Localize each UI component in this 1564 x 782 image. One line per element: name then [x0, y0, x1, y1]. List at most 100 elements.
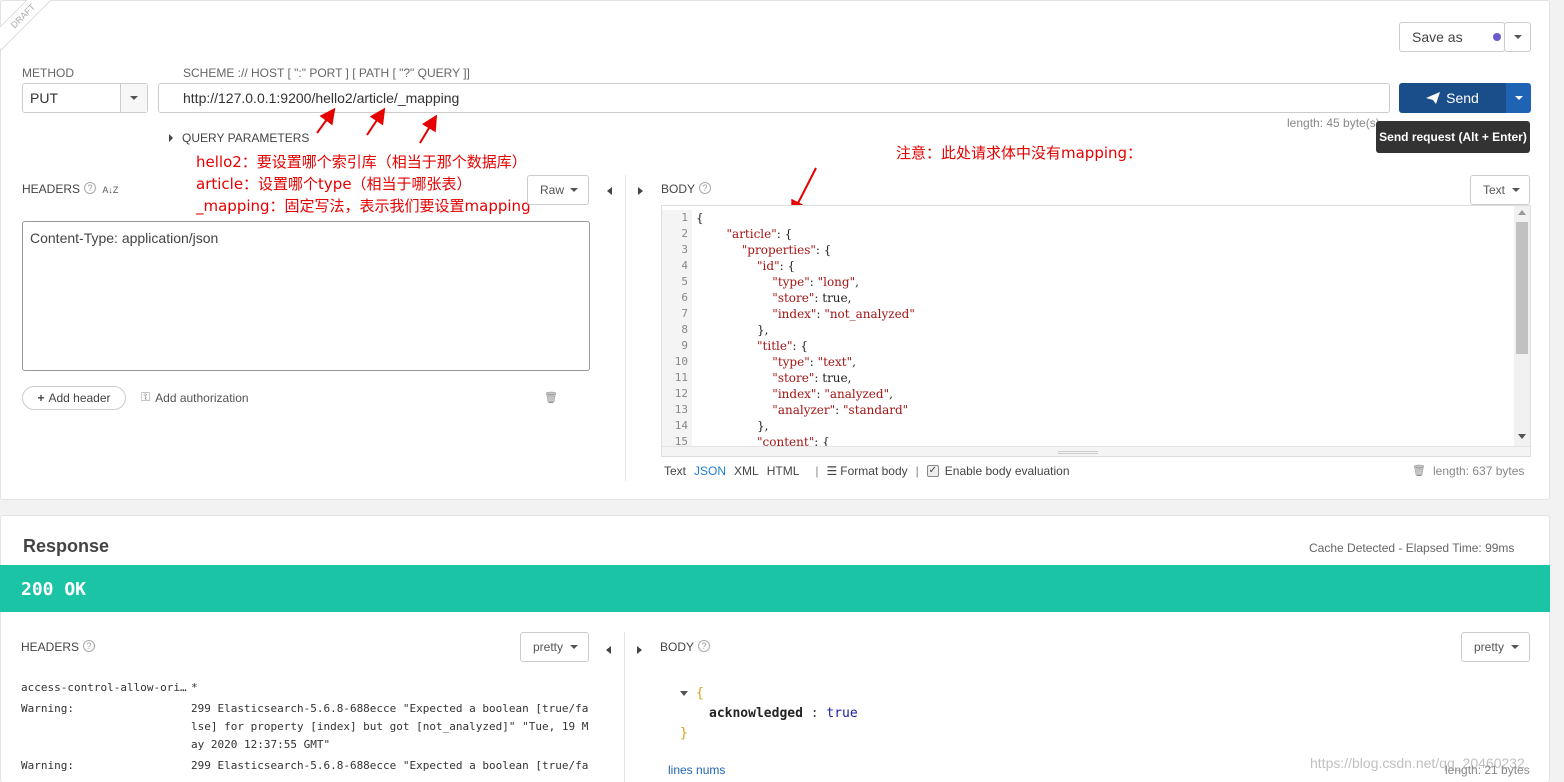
add-authorization-label: Add authorization — [155, 390, 249, 405]
response-headers-mode-label: pretty — [533, 640, 564, 654]
response-body-mode-label: pretty — [1474, 640, 1505, 654]
line-number: 2 — [681, 227, 688, 240]
header-name: Warning: — [21, 702, 74, 715]
request-headers-label: HEADERS? A↓Z — [22, 182, 118, 196]
line-number: 10 — [674, 355, 688, 368]
add-authorization-link[interactable]: ⚿ Add authorization — [141, 390, 249, 405]
format-tab-xml[interactable]: XML — [734, 464, 759, 478]
json-key: acknowledged — [709, 706, 803, 721]
format-tab-text[interactable]: Text — [664, 464, 686, 478]
headers-mode-dropdown[interactable]: Raw — [527, 175, 589, 205]
line-number: 5 — [681, 275, 688, 288]
help-icon: ? — [698, 640, 711, 652]
collapse-left-icon[interactable] — [607, 184, 612, 198]
format-body-icon: ☰ — [826, 464, 838, 478]
editor-scrollbar[interactable] — [1514, 206, 1530, 446]
key-icon: ⚿ — [141, 390, 151, 404]
response-header-row: Warning: 299 Elasticsearch-5.6.8-688ecce … — [21, 700, 601, 754]
line-number: 4 — [681, 259, 688, 272]
response-headers-mode-dropdown[interactable]: pretty — [520, 632, 589, 662]
enable-eval-label: Enable body evaluation — [944, 464, 1070, 478]
response-headers-title: HEADERS — [21, 640, 80, 654]
collapse-right-icon[interactable] — [638, 184, 643, 198]
format-tab-html[interactable]: HTML — [767, 464, 800, 478]
chevron-down-icon — [1511, 645, 1520, 649]
line-number: 3 — [681, 243, 688, 256]
line-number: 14 — [674, 419, 688, 432]
collapse-node-icon[interactable] — [680, 691, 688, 696]
code-line: }, — [696, 323, 769, 337]
help-icon: ? — [83, 640, 96, 652]
body-format-bar: Text JSON XML HTML | ☰ Format body | ✓ Enab… — [664, 464, 1070, 478]
header-value-cont: lse] for property [index] but got [not_a… — [191, 720, 589, 733]
response-json-viewer: { acknowledged : true } — [680, 686, 858, 741]
body-editor[interactable]: 1 2 3 4 5 6 7 8 9 10 11 12 13 14 15 { "article": { "pr… — [661, 205, 1531, 457]
scroll-thumb[interactable] — [1516, 222, 1528, 354]
response-collapse-right-icon[interactable] — [637, 643, 642, 657]
json-value: true — [826, 706, 858, 721]
editor-gutter: 1 2 3 4 5 6 7 8 9 10 11 12 13 14 15 — [662, 210, 692, 450]
help-icon: ? — [84, 182, 97, 194]
line-number: 12 — [674, 387, 688, 400]
request-body-label: BODY? — [661, 182, 712, 196]
line-number: 7 — [681, 307, 688, 320]
response-body-mode-dropdown[interactable]: pretty — [1461, 632, 1530, 662]
code-line: "title": { — [757, 339, 808, 353]
response-pane-divider — [624, 632, 625, 782]
watermark: https://blog.csdn.net/qq_20460232 — [1310, 755, 1525, 771]
line-number: 6 — [681, 291, 688, 304]
chevron-down-icon — [1512, 188, 1521, 192]
code-line: "type": "long", — [772, 275, 859, 289]
chevron-down-icon — [570, 645, 579, 649]
sort-alpha-icon[interactable]: A↓Z — [102, 185, 118, 195]
chevron-down-icon — [570, 188, 579, 192]
header-value-cont: ay 2020 12:37:55 GMT" — [191, 738, 331, 751]
code-line: "store": true, — [772, 291, 852, 305]
body-title: BODY — [661, 182, 696, 196]
clear-body-trash-icon[interactable]: 🗑 — [1412, 464, 1426, 477]
scroll-up-icon[interactable] — [1518, 210, 1526, 215]
help-icon: ? — [699, 182, 712, 194]
response-header-row: access-control-allow-ori… * — [21, 679, 591, 697]
code-line: "type": "text", — [772, 355, 856, 369]
code-line: "store": true, — [772, 371, 852, 385]
line-number: 9 — [681, 339, 688, 352]
format-body-button[interactable]: Format body — [840, 464, 907, 478]
response-body-title: BODY — [660, 640, 695, 654]
request-panel: DRAFT Save as METHOD PUT SCHEME :// HOST… — [0, 0, 1550, 500]
code-line: "index": "analyzed", — [772, 387, 893, 401]
editor-resize-bar[interactable] — [662, 446, 1530, 456]
header-value: 299 Elasticsearch-5.6.8-688ecce "Expecte… — [191, 702, 589, 715]
header-value: * — [191, 681, 198, 694]
body-length: length: 637 bytes — [1433, 464, 1525, 478]
status-bar: 200 OK — [0, 565, 1550, 612]
headers-title: HEADERS — [22, 182, 81, 196]
json-property: acknowledged : true — [709, 706, 858, 721]
response-body-label: BODY? — [660, 640, 711, 654]
line-number: 1 — [681, 211, 688, 224]
scroll-down-icon[interactable] — [1518, 434, 1526, 439]
cache-info: Cache Detected - Elapsed Time: 99ms — [1309, 541, 1515, 555]
request-headers-textarea[interactable]: Content-Type: application/json — [22, 221, 590, 371]
body-mode-dropdown[interactable]: Text — [1470, 175, 1530, 205]
line-numbers: 1 2 3 4 5 6 7 8 9 10 11 12 13 14 15 — [662, 210, 692, 450]
add-header-button[interactable]: + Add header — [22, 386, 126, 410]
plus-icon: + — [37, 391, 45, 405]
code-line: "article": { — [726, 227, 793, 241]
format-tab-json[interactable]: JSON — [694, 464, 726, 478]
clear-headers-trash-icon[interactable]: 🗑 — [544, 391, 558, 404]
status-text: 200 OK — [21, 579, 87, 600]
code-line: "analyzer": "standard" — [772, 403, 909, 417]
code-line: "properties": { — [741, 243, 832, 257]
response-headers-label: HEADERS? — [21, 640, 96, 654]
header-name: Warning: — [21, 759, 74, 772]
response-collapse-left-icon[interactable] — [606, 643, 611, 657]
body-format-tabs: Text JSON XML HTML — [664, 464, 807, 478]
lines-nums-link[interactable]: lines nums — [668, 763, 725, 777]
header-value: 299 Elasticsearch-5.6.8-688ecce "Expecte… — [191, 759, 589, 772]
add-header-label: Add header — [48, 391, 111, 405]
pane-divider — [625, 175, 626, 481]
header-name: access-control-allow-ori… — [21, 681, 187, 694]
enable-eval-checkbox[interactable]: ✓ — [926, 465, 939, 477]
code-line: "index": "not_analyzed" — [772, 307, 915, 321]
